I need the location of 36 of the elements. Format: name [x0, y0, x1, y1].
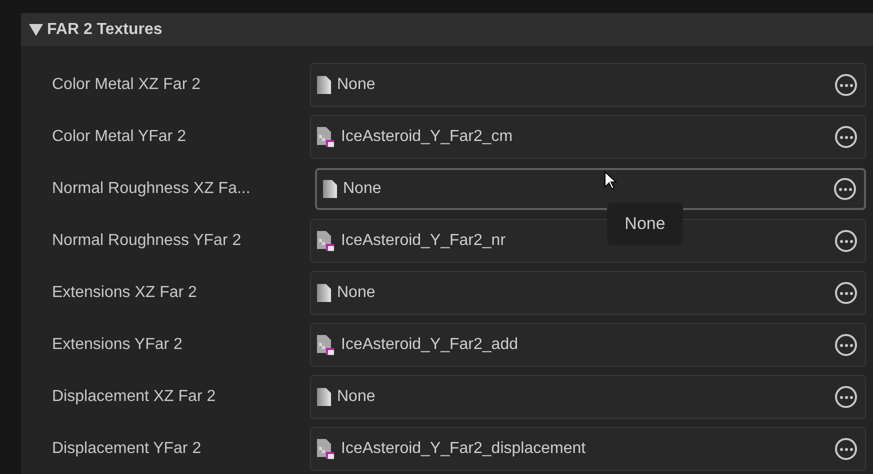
section-title: FAR 2 Textures [47, 20, 162, 38]
asset-field[interactable]: IceAsteroid_Y_Far2_cm [310, 115, 866, 159]
more-options-button[interactable] [835, 386, 857, 408]
file-icon [317, 284, 331, 302]
more-options-button[interactable] [834, 178, 856, 200]
texture-file-icon [317, 439, 335, 459]
property-label: Color Metal XZ Far 2 [51, 76, 202, 94]
asset-field[interactable]: None [310, 63, 866, 107]
more-options-button[interactable] [835, 282, 857, 304]
more-options-button[interactable] [835, 438, 857, 460]
more-options-button[interactable] [835, 126, 857, 148]
tooltip: None [607, 203, 683, 245]
asset-field[interactable]: IceAsteroid_Y_Far2_add [310, 323, 866, 367]
file-icon [317, 76, 331, 94]
property-label: Normal Roughness XZ Fa... [51, 180, 252, 198]
texture-file-icon [317, 231, 335, 251]
more-options-button[interactable] [835, 74, 857, 96]
property-label: Displacement XZ Far 2 [51, 388, 217, 406]
property-label: Normal Roughness YFar 2 [51, 232, 242, 250]
mouse-cursor-icon [604, 171, 617, 190]
file-icon [317, 388, 331, 406]
property-label: Extensions XZ Far 2 [51, 284, 198, 302]
collapse-triangle-icon[interactable] [29, 24, 43, 36]
asset-field[interactable]: IceAsteroid_Y_Far2_displacement [310, 427, 866, 471]
asset-field[interactable]: None [310, 375, 866, 419]
asset-field[interactable]: None [310, 271, 866, 315]
more-options-button[interactable] [835, 230, 857, 252]
texture-file-icon [317, 127, 335, 147]
texture-file-icon [317, 335, 335, 355]
property-label: Displacement YFar 2 [51, 440, 202, 458]
asset-field[interactable]: None [315, 168, 866, 210]
file-icon [323, 180, 337, 198]
property-label: Extensions YFar 2 [51, 336, 184, 354]
property-label: Color Metal YFar 2 [51, 128, 187, 146]
section-header[interactable]: FAR 2 Textures [21, 13, 873, 46]
more-options-button[interactable] [835, 334, 857, 356]
